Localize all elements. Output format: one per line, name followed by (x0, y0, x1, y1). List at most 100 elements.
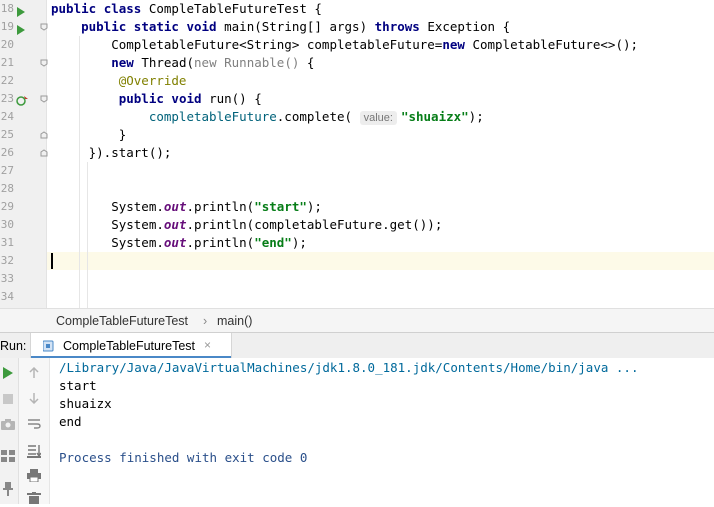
code-token: System. (51, 217, 164, 232)
fold-marker-icon[interactable] (40, 59, 48, 67)
code-token: CompletableFuture<String> completableFut… (51, 37, 443, 52)
code-token: out (163, 235, 187, 250)
code-line: new Thread(new Runnable() { (51, 54, 314, 72)
console-output-line: shuaizx (59, 396, 112, 411)
code-token: @Override (51, 73, 187, 88)
code-token: System. (51, 199, 164, 214)
run-label: Run: (0, 339, 27, 353)
code-token: new (442, 37, 473, 52)
code-token: out (163, 217, 187, 232)
code-token: void (186, 19, 225, 34)
print-icon[interactable] (27, 469, 41, 485)
code-token: class (103, 1, 149, 16)
code-token: .complete( (276, 109, 360, 124)
code-line: completableFuture.complete( value: "shuai… (51, 108, 484, 126)
code-token: main(String[] args) (224, 19, 375, 34)
breadcrumb-separator: › (203, 314, 208, 328)
trash-icon[interactable] (27, 492, 41, 507)
run-main-icon[interactable] (16, 5, 26, 17)
text-caret (51, 253, 53, 269)
rerun-icon[interactable] (2, 367, 14, 382)
code-line: }).start(); (51, 144, 172, 162)
line-number: 24 (0, 110, 14, 123)
console-exit-message: Process finished with exit code 0 (59, 450, 308, 465)
line-number: 21 (0, 56, 14, 69)
layout-icon[interactable] (1, 450, 15, 465)
code-line: System.out.println("end"); (51, 234, 307, 252)
line-number: 28 (0, 182, 14, 195)
code-token: { (306, 55, 315, 70)
code-token: new Runnable() (194, 55, 307, 70)
code-line: } (51, 126, 127, 144)
code-line: System.out.println(completableFuture.get… (51, 216, 442, 234)
run-method-icon[interactable] (16, 23, 26, 35)
tab-run-config-label: CompleTableFutureTest (63, 339, 196, 353)
line-number: 27 (0, 164, 14, 177)
close-icon[interactable]: × (204, 338, 211, 352)
arrow-up-icon[interactable] (28, 366, 40, 382)
code-token: public (51, 91, 172, 106)
console-output-line: end (59, 414, 82, 429)
line-number: 30 (0, 218, 14, 231)
console-output[interactable]: /Library/Java/JavaVirtualMachines/jdk1.8… (50, 358, 714, 504)
code-token: CompletableFuture<>(); (472, 37, 639, 52)
fold-marker-icon[interactable] (40, 131, 48, 139)
soft-wrap-icon[interactable] (27, 418, 41, 433)
console-toolbar (19, 358, 50, 504)
code-token: .println( (186, 235, 255, 250)
line-number: 18 (0, 2, 14, 15)
line-number: 22 (0, 74, 14, 87)
breadcrumb: CompleTableFutureTest › main() (0, 308, 714, 333)
code-token: CompleTableFutureTest { (148, 1, 322, 16)
line-number: 20 (0, 38, 14, 51)
code-token: "shuaizx" (400, 109, 469, 124)
code-token: ); (468, 109, 484, 124)
tab-run-config[interactable]: CompleTableFutureTest (30, 333, 232, 359)
code-token: Exception { (427, 19, 511, 34)
code-line: CompletableFuture<String> completableFut… (51, 36, 638, 54)
console-output-line: start (59, 378, 97, 393)
code-editor[interactable]: 18 19 20 21 22 23 24 25 26 27 28 29 30 31 32 33 34 publi… (0, 0, 714, 308)
arrow-down-icon[interactable] (28, 392, 40, 407)
breadcrumb-method[interactable]: main() (217, 314, 252, 328)
line-number: 23 (0, 92, 14, 105)
code-line: public class CompleTableFutureTest { (51, 0, 322, 18)
line-number: 26 (0, 146, 14, 159)
code-token: } (51, 127, 127, 142)
class-file-icon (42, 340, 57, 355)
code-token: completableFuture (51, 109, 277, 124)
code-token: void (171, 91, 210, 106)
line-number: 25 (0, 128, 14, 141)
current-line-highlight (47, 252, 714, 270)
code-token: public (51, 1, 104, 16)
implements-method-icon[interactable] (16, 94, 28, 106)
scroll-to-end-icon[interactable] (27, 444, 42, 461)
parameter-hint: value: (359, 111, 397, 125)
line-number: 29 (0, 200, 14, 213)
code-token: "end" (254, 235, 292, 250)
stop-icon[interactable] (2, 393, 14, 408)
line-number: 34 (0, 290, 14, 303)
code-line: public void run() { (51, 90, 262, 108)
code-token: "start" (254, 199, 307, 214)
code-line: @Override (51, 72, 187, 90)
run-tool-window-header: Run: CompleTableFutureTest × (0, 332, 714, 360)
line-number: 19 (0, 20, 14, 33)
camera-icon[interactable] (1, 418, 15, 433)
console-command-line: /Library/Java/JavaVirtualMachines/jdk1.8… (59, 360, 639, 375)
fold-marker-icon[interactable] (40, 23, 48, 31)
code-token: .println( (186, 199, 255, 214)
code-token: new (111, 55, 142, 70)
code-line: System.out.println("start"); (51, 198, 322, 216)
code-token: out (163, 199, 187, 214)
fold-marker-icon[interactable] (40, 149, 48, 157)
pin-icon[interactable] (2, 482, 14, 499)
code-line: public static void main(String[] args) t… (51, 18, 510, 36)
code-token: run() { (209, 91, 262, 106)
breadcrumb-class[interactable]: CompleTableFutureTest (56, 314, 188, 328)
line-number: 33 (0, 272, 14, 285)
run-toolbar (0, 358, 19, 504)
code-token: }).start(); (51, 145, 172, 160)
fold-marker-icon[interactable] (40, 95, 48, 103)
